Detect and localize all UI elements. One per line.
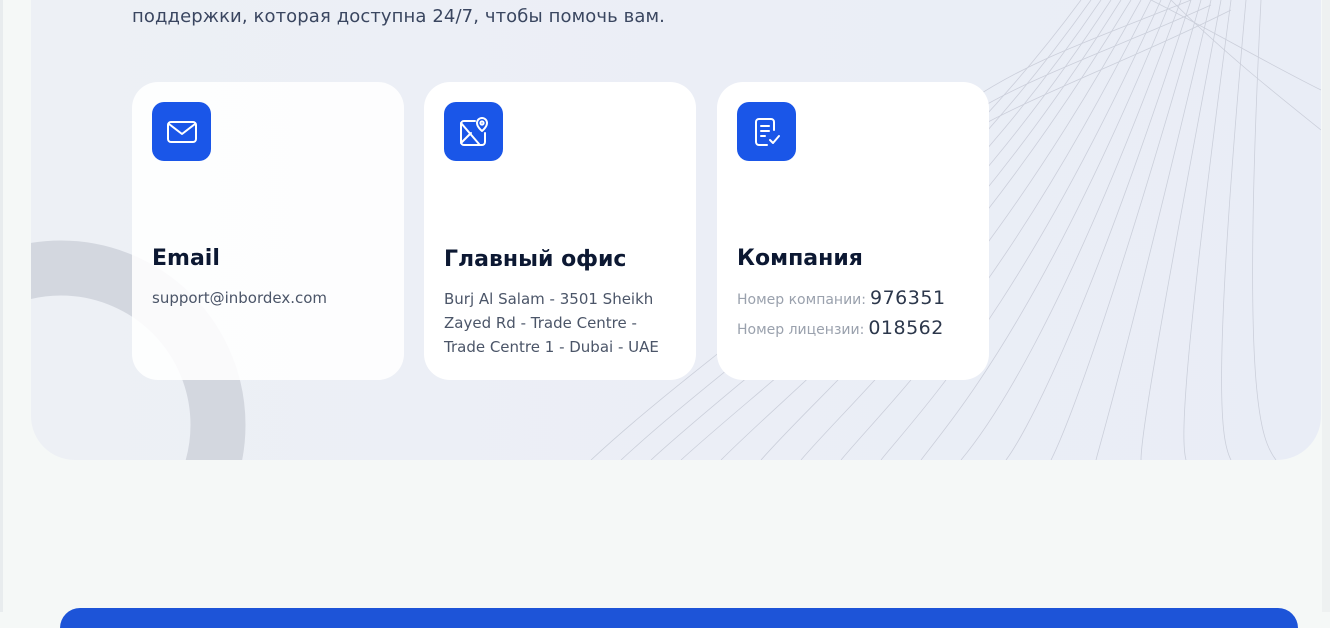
contact-card-office: Главный офис Burj Al Salam - 3501 Sheikh…: [424, 82, 696, 380]
card-title-email: Email: [152, 246, 220, 271]
email-address[interactable]: support@inbordex.com: [152, 286, 388, 310]
card-title-office: Главный офис: [444, 247, 627, 272]
license-number-label: Номер лицензии:: [737, 322, 865, 338]
contact-card-email: Email support@inbordex.com: [132, 82, 404, 380]
company-details: Номер компании: 976351 Номер лицензии: 0…: [737, 287, 977, 347]
page-left-border: [0, 0, 3, 612]
contact-section: поддержки, которая доступна 24/7, чтобы …: [31, 0, 1321, 460]
license-number-value: 018562: [868, 317, 944, 339]
footer-banner-top: [60, 608, 1298, 628]
map-pin-icon: [444, 102, 503, 161]
intro-text: поддержки, которая доступна 24/7, чтобы …: [132, 6, 665, 27]
contact-card-company: Компания Номер компании: 976351 Номер ли…: [717, 82, 989, 380]
page-scrollbar-track[interactable]: [1322, 0, 1330, 612]
mail-icon: [152, 102, 211, 161]
card-title-company: Компания: [737, 246, 863, 271]
company-number-label: Номер компании:: [737, 292, 866, 308]
license-number-row: Номер лицензии: 018562: [737, 317, 977, 347]
company-number-row: Номер компании: 976351: [737, 287, 977, 317]
company-number-value: 976351: [870, 287, 946, 309]
office-address: Burj Al Salam - 3501 Sheikh Zayed Rd - T…: [444, 290, 659, 356]
document-check-icon: [737, 102, 796, 161]
